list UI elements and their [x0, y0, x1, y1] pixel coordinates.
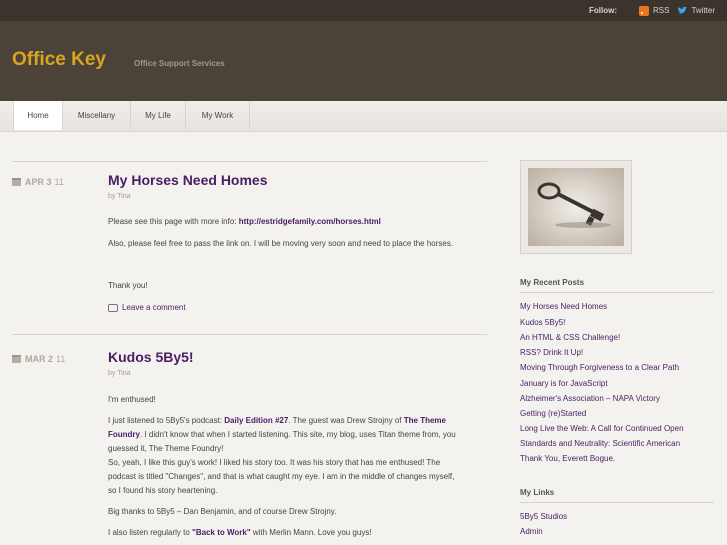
post-title[interactable]: Kudos 5By5! — [108, 349, 194, 365]
key-image — [520, 160, 632, 254]
rss-link[interactable]: RSS — [638, 5, 670, 16]
calendar-icon — [12, 178, 21, 186]
content-top-divider — [12, 161, 487, 162]
twitter-bird-icon — [677, 6, 688, 16]
post-text: So, yeah, I like this guy's work! I like… — [108, 458, 455, 495]
post-text: I also listen regularly to — [108, 528, 193, 537]
calendar-icon — [12, 355, 21, 363]
recent-posts-title: My Recent Posts — [520, 278, 585, 287]
post-paragraph: Thank you! — [108, 279, 398, 293]
post-date-text: APR 3 — [25, 177, 52, 187]
sidebar-link-5by5[interactable]: 5By5 Studios — [520, 509, 714, 524]
site-title[interactable]: Office Key — [12, 49, 106, 71]
recent-post-link[interactable]: An HTML & CSS Challenge! — [520, 330, 714, 345]
horses-page-link[interactable]: http://estridgefamily.com/horses.html — [239, 217, 381, 226]
post-date: APR 3 11 — [12, 177, 64, 187]
post-text: . The guest was Drew Strojny of — [288, 416, 404, 425]
leave-comment-link[interactable]: Leave a comment — [108, 303, 186, 312]
post-date-text: MAR 2 — [25, 354, 54, 364]
post-text: I just listened to 5By5's podcast: — [108, 416, 225, 425]
section-divider — [520, 502, 714, 503]
nav-my-work[interactable]: My Work — [186, 101, 250, 130]
post-date-year: 11 — [54, 177, 64, 187]
recent-post-link[interactable]: Long Live the Web: A Call for Continued … — [520, 421, 714, 451]
top-bar: Follow: RSS Twitter — [0, 0, 727, 21]
post-body: Please see this page with more info: htt… — [108, 215, 398, 229]
post-text: Also, please feel free to pass the link … — [108, 239, 454, 248]
twitter-link[interactable]: Twitter — [677, 6, 715, 16]
recent-post-link[interactable]: Alzheimer's Association – NAPA Victory — [520, 391, 714, 406]
my-links-title: My Links — [520, 488, 555, 497]
post-text: Please see this page with more info: — [108, 217, 239, 226]
rss-label: RSS — [652, 6, 670, 15]
follow-label: Follow: — [588, 6, 617, 15]
post-date-year: 11 — [56, 354, 66, 364]
recent-post-link[interactable]: Kudos 5By5! — [520, 315, 714, 330]
post-paragraph: Also, please feel free to pass the link … — [108, 237, 468, 251]
leave-comment-label: Leave a comment — [122, 303, 186, 312]
recent-post-link[interactable]: My Horses Need Homes — [520, 299, 714, 314]
twitter-label: Twitter — [691, 6, 715, 15]
recent-post-link[interactable]: Thank You, Everett Bogue. — [520, 451, 714, 466]
post-text: . I didn't know that when I started list… — [108, 430, 456, 453]
post-byline: by Tina — [108, 193, 131, 200]
post-paragraph: I just listened to 5By5's podcast: Daily… — [108, 414, 463, 498]
post-byline: by Tina — [108, 370, 131, 377]
post-divider — [12, 334, 487, 335]
post-text: Thank you! — [108, 281, 148, 290]
nav-miscellany[interactable]: Miscellany — [63, 101, 131, 130]
post-paragraph: Big thanks to 5By5 – Dan Benjamin, and o… — [108, 505, 463, 519]
section-divider — [520, 292, 714, 293]
post-text: with Merlin Mann. Love you guys! — [250, 528, 372, 537]
sidebar-link-admin[interactable]: Admin — [520, 524, 714, 539]
post-title[interactable]: My Horses Need Homes — [108, 172, 268, 188]
daily-edition-link[interactable]: Daily Edition #27 — [224, 416, 288, 425]
comment-bubble-icon — [108, 303, 118, 312]
nav-my-life[interactable]: My Life — [131, 101, 186, 130]
post-text: Big thanks to 5By5 – Dan Benjamin, and o… — [108, 507, 337, 516]
post-paragraph: I also listen regularly to "Back to Work… — [108, 526, 463, 540]
recent-post-link[interactable]: Moving Through Forgiveness to a Clear Pa… — [520, 360, 714, 375]
recent-post-link[interactable]: Getting (re)Started — [520, 406, 714, 421]
rss-icon — [638, 5, 649, 16]
post-date: MAR 2 11 — [12, 354, 65, 364]
post-paragraph: I'm enthused! — [108, 393, 398, 407]
site-header: Office Key Office Support Services — [0, 21, 727, 101]
main-nav: Home Miscellany My Life My Work — [0, 101, 727, 132]
back-to-work-link[interactable]: "Back to Work" — [192, 528, 251, 537]
recent-post-link[interactable]: January is for JavaScript — [520, 376, 714, 391]
post-text: I'm enthused! — [108, 395, 156, 404]
recent-post-link[interactable]: RSS? Drink It Up! — [520, 345, 714, 360]
nav-home[interactable]: Home — [13, 101, 63, 130]
site-tagline: Office Support Services — [134, 59, 225, 68]
follow-bar: Follow: RSS Twitter — [589, 0, 715, 21]
